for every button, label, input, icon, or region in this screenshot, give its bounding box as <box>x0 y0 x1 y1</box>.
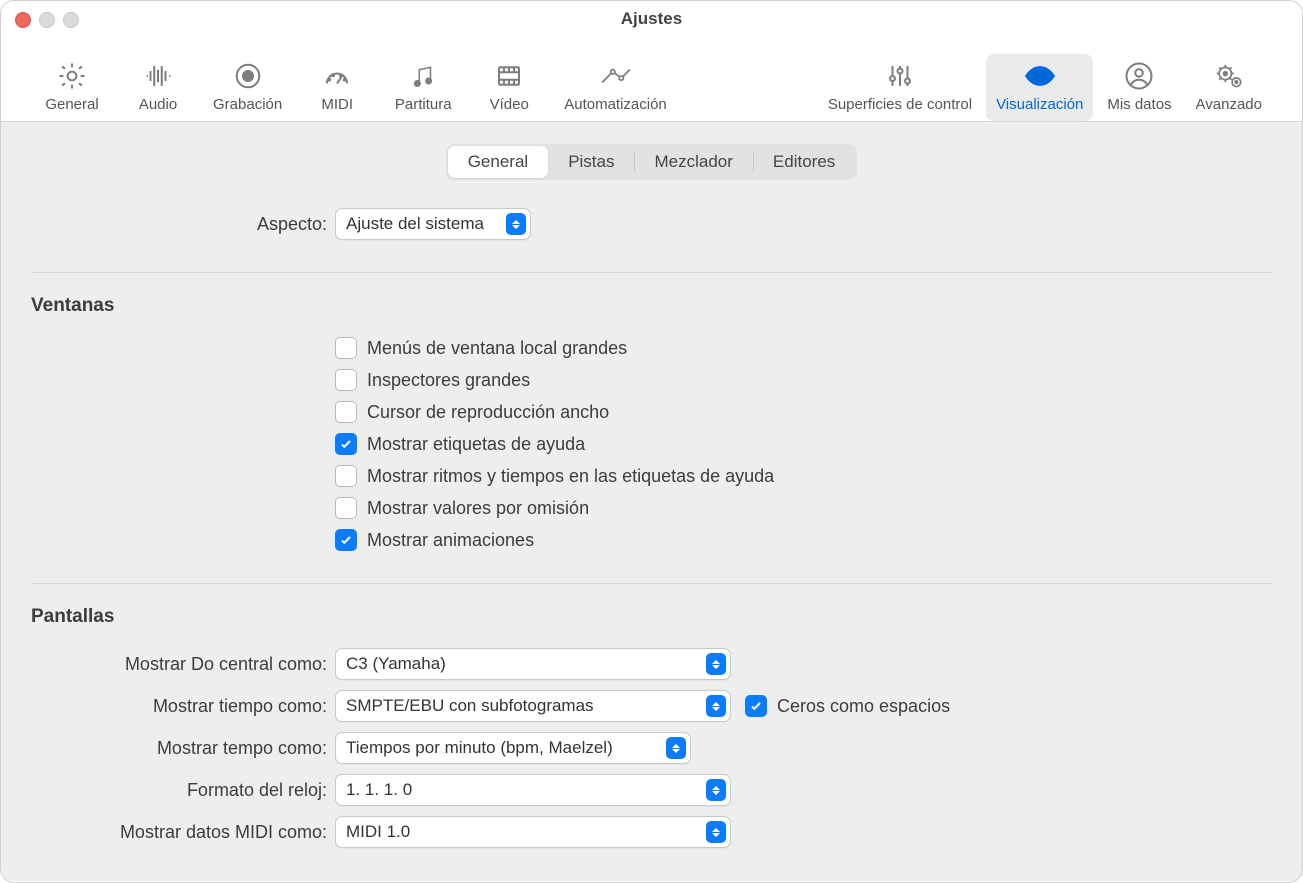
section-appearance: Aspecto: Ajuste del sistema <box>31 208 1272 272</box>
popup-stepper-icon <box>706 779 726 801</box>
appearance-popup[interactable]: Ajuste del sistema <box>335 208 531 240</box>
clock-format-value: 1. 1. 1. 0 <box>346 780 706 800</box>
filmstrip-icon <box>493 60 525 92</box>
tab-label: Partitura <box>395 96 452 113</box>
window-title: Ajustes <box>621 9 682 29</box>
clock-format-label: Formato del reloj: <box>31 780 335 801</box>
chk-show-defaults[interactable]: Mostrar valores por omisión <box>335 497 1272 519</box>
music-notes-icon <box>407 60 439 92</box>
time-as-label: Mostrar tiempo como: <box>31 696 335 717</box>
midi-as-label: Mostrar datos MIDI como: <box>31 822 335 843</box>
tempo-as-value: Tiempos por minuto (bpm, Maelzel) <box>346 738 666 758</box>
tab-recording[interactable]: Grabación <box>203 54 292 121</box>
chk-zeros-as-spaces[interactable]: Ceros como espacios <box>745 695 950 717</box>
tab-automation[interactable]: Automatización <box>554 54 677 121</box>
chk-show-animations[interactable]: Mostrar animaciones <box>335 529 1272 551</box>
sliders-icon <box>884 60 916 92</box>
middle-c-popup[interactable]: C3 (Yamaha) <box>335 648 731 680</box>
chk-label: Menús de ventana local grandes <box>367 338 627 359</box>
time-as-value: SMPTE/EBU con subfotogramas <box>346 696 706 716</box>
tab-label: Superficies de control <box>828 96 972 113</box>
tab-label: Visualización <box>996 96 1083 113</box>
middle-c-label: Mostrar Do central como: <box>31 654 335 675</box>
tab-advanced[interactable]: Avanzado <box>1186 54 1272 121</box>
tab-audio[interactable]: Audio <box>117 54 199 121</box>
chk-large-inspectors[interactable]: Inspectores grandes <box>335 369 1272 391</box>
eye-icon <box>1024 60 1056 92</box>
content-area: General Pistas Mezclador Editores Aspect… <box>1 122 1302 881</box>
clock-format-popup[interactable]: 1. 1. 1. 0 <box>335 774 731 806</box>
popup-stepper-icon <box>706 695 726 717</box>
chk-large-local-menus[interactable]: Menús de ventana local grandes <box>335 337 1272 359</box>
chk-label: Mostrar valores por omisión <box>367 498 589 519</box>
appearance-label: Aspecto: <box>31 214 335 235</box>
tab-label: Audio <box>139 96 177 113</box>
appearance-value: Ajuste del sistema <box>346 214 506 234</box>
subtab-general[interactable]: General <box>448 146 548 178</box>
chk-label: Mostrar etiquetas de ayuda <box>367 434 585 455</box>
person-circle-icon <box>1123 60 1155 92</box>
tab-control-surfaces[interactable]: Superficies de control <box>818 54 982 121</box>
tab-score[interactable]: Partitura <box>382 54 464 121</box>
settings-window: Ajustes General Audio <box>0 0 1303 883</box>
tab-label: General <box>45 96 98 113</box>
time-as-popup[interactable]: SMPTE/EBU con subfotogramas <box>335 690 731 722</box>
zoom-button[interactable] <box>63 12 79 28</box>
popup-stepper-icon <box>706 821 726 843</box>
chk-wide-playhead[interactable]: Cursor de reproducción ancho <box>335 401 1272 423</box>
middle-c-value: C3 (Yamaha) <box>346 654 706 674</box>
display-subtabs: General Pistas Mezclador Editores <box>446 144 858 180</box>
subtab-editors[interactable]: Editores <box>753 146 855 178</box>
displays-title: Pantallas <box>31 606 1272 628</box>
titlebar: Ajustes <box>1 1 1302 37</box>
tab-midi[interactable]: MIDI <box>296 54 378 121</box>
tab-label: Mis datos <box>1107 96 1171 113</box>
section-windows: Ventanas Menús de ventana local grandes … <box>31 272 1272 583</box>
popup-stepper-icon <box>506 213 526 235</box>
minimize-button[interactable] <box>39 12 55 28</box>
preferences-toolbar: General Audio Grabación <box>1 37 1302 122</box>
tempo-as-popup[interactable]: Tiempos por minuto (bpm, Maelzel) <box>335 732 691 764</box>
chk-label: Mostrar animaciones <box>367 530 534 551</box>
record-icon <box>232 60 264 92</box>
popup-stepper-icon <box>666 737 686 759</box>
chk-label: Mostrar ritmos y tiempos en las etiqueta… <box>367 466 774 487</box>
chk-beats-times-tooltips[interactable]: Mostrar ritmos y tiempos en las etiqueta… <box>335 465 1272 487</box>
windows-options: Menús de ventana local grandes Inspector… <box>31 337 1272 551</box>
tab-label: Automatización <box>564 96 667 113</box>
gauge-icon <box>321 60 353 92</box>
tab-label: Grabación <box>213 96 282 113</box>
window-controls <box>15 12 79 28</box>
automation-icon <box>600 60 632 92</box>
close-button[interactable] <box>15 12 31 28</box>
section-displays: Pantallas Mostrar Do central como: C3 (Y… <box>31 583 1272 880</box>
gears-icon <box>1213 60 1245 92</box>
tempo-as-label: Mostrar tempo como: <box>31 738 335 759</box>
tab-label: Avanzado <box>1196 96 1262 113</box>
chk-label: Cursor de reproducción ancho <box>367 402 609 423</box>
chk-label: Ceros como espacios <box>777 696 950 717</box>
tab-general[interactable]: General <box>31 54 113 121</box>
windows-title: Ventanas <box>31 295 1272 317</box>
subtab-mixer[interactable]: Mezclador <box>634 146 752 178</box>
chk-label: Inspectores grandes <box>367 370 530 391</box>
gear-icon <box>56 60 88 92</box>
tab-label: Vídeo <box>490 96 529 113</box>
tab-video[interactable]: Vídeo <box>468 54 550 121</box>
subtab-tracks[interactable]: Pistas <box>548 146 634 178</box>
tab-label: MIDI <box>321 96 353 113</box>
popup-stepper-icon <box>706 653 726 675</box>
tab-display[interactable]: Visualización <box>986 54 1093 121</box>
midi-as-value: MIDI 1.0 <box>346 822 706 842</box>
tab-my-data[interactable]: Mis datos <box>1097 54 1181 121</box>
waveform-icon <box>142 60 174 92</box>
chk-show-tooltips[interactable]: Mostrar etiquetas de ayuda <box>335 433 1272 455</box>
midi-as-popup[interactable]: MIDI 1.0 <box>335 816 731 848</box>
